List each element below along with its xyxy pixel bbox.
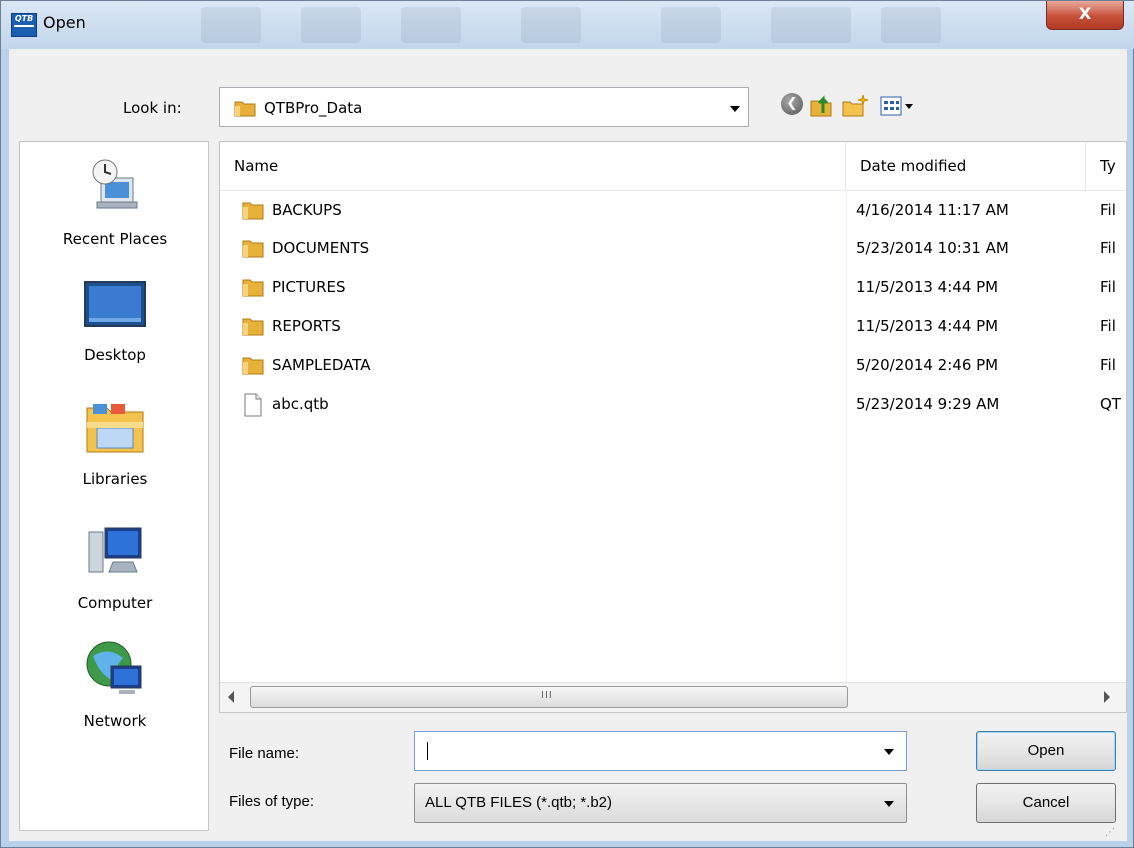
file-name-input[interactable] (414, 731, 907, 771)
place-desktop[interactable]: Desktop (20, 278, 210, 364)
file-name: SAMPLEDATA (272, 356, 371, 374)
background-ghost (521, 7, 581, 43)
resize-grip-icon[interactable]: ⋰ (1105, 827, 1115, 838)
view-menu-button[interactable] (879, 93, 917, 119)
file-date: 11/5/2013 4:44 PM (856, 278, 999, 296)
file-row[interactable]: SAMPLEDATA 5/20/2014 2:46 PM Fil (220, 347, 1126, 387)
place-libraries[interactable]: Libraries (20, 398, 210, 488)
new-folder-button[interactable] (841, 93, 869, 119)
look-in-dropdown[interactable]: QTBPro_Data (219, 87, 749, 127)
look-in-label: Look in: (123, 99, 182, 117)
file-date: 5/23/2014 10:31 AM (856, 239, 1009, 257)
back-button[interactable]: ❮ (781, 93, 807, 119)
file-type: Fil (1100, 317, 1116, 335)
background-ghost (301, 7, 361, 43)
column-header-type[interactable]: Ty (1086, 142, 1126, 190)
place-label: Computer (77, 594, 153, 612)
background-ghost (401, 7, 461, 43)
text-cursor (427, 742, 428, 760)
view-icon (880, 96, 913, 116)
up-one-level-button[interactable] (809, 93, 835, 119)
folder-icon (234, 101, 256, 117)
background-ghost (201, 7, 261, 43)
background-ghost (771, 7, 851, 43)
file-type: Fil (1100, 278, 1116, 296)
back-arrow-icon: ❮ (781, 93, 803, 115)
place-label: Desktop (84, 346, 146, 364)
scroll-right-icon[interactable] (1104, 691, 1110, 703)
file-row[interactable]: abc.qtb 5/23/2014 9:29 AM QT (220, 386, 1126, 426)
folder-icon (242, 279, 264, 297)
close-button[interactable]: X (1046, 1, 1124, 30)
file-type: Fil (1100, 201, 1116, 219)
file-date: 11/5/2013 4:44 PM (856, 317, 999, 335)
folder-icon (242, 357, 264, 375)
scroll-left-icon[interactable] (228, 691, 234, 703)
file-date: 5/20/2014 2:46 PM (856, 356, 999, 374)
file-row[interactable]: REPORTS 11/5/2013 4:44 PM Fil (220, 308, 1126, 348)
file-name: BACKUPS (272, 201, 342, 219)
chevron-down-icon (730, 106, 740, 112)
chevron-down-icon (884, 801, 894, 807)
libraries-icon (86, 404, 144, 453)
places-bar: Recent Places Desktop Libraries Computer… (19, 141, 209, 831)
place-network[interactable]: Network (20, 638, 210, 730)
desktop-icon (84, 281, 146, 327)
chevron-down-icon[interactable] (884, 749, 894, 755)
file-list: Name Date modified Ty BACKUPS 4/16/2014 … (219, 141, 1127, 713)
computer-icon (88, 527, 142, 573)
place-computer[interactable]: Computer (20, 522, 210, 612)
files-of-type-label: Files of type: (229, 793, 315, 810)
open-dialog: QTB Open X Look in: QTBPro_Data ❮ Recent… (0, 0, 1134, 848)
recent-places-icon (92, 159, 138, 209)
network-icon (86, 641, 142, 694)
window-title: Open (43, 13, 86, 32)
file-type: QT (1100, 395, 1121, 413)
files-of-type-dropdown[interactable]: ALL QTB FILES (*.qtb; *.b2) (414, 783, 907, 823)
folder-icon (242, 202, 264, 220)
up-folder-icon (810, 95, 832, 117)
background-ghost (661, 7, 721, 43)
file-icon (244, 393, 262, 417)
file-type: Fil (1100, 239, 1116, 257)
folder-icon (242, 240, 264, 258)
column-header-date-modified[interactable]: Date modified (846, 142, 1086, 190)
file-row[interactable]: PICTURES 11/5/2013 4:44 PM Fil (220, 269, 1126, 309)
cancel-button[interactable]: Cancel (976, 783, 1116, 823)
scroll-grip-icon: III (541, 690, 553, 701)
file-date: 5/23/2014 9:29 AM (856, 395, 1000, 413)
background-ghost (881, 7, 941, 43)
scrollbar-thumb[interactable]: III (250, 686, 848, 708)
app-icon: QTB (11, 13, 37, 37)
file-name: PICTURES (272, 278, 346, 296)
file-name: REPORTS (272, 317, 341, 335)
open-button[interactable]: Open (976, 731, 1116, 771)
file-name: abc.qtb (272, 395, 329, 413)
file-row[interactable]: BACKUPS 4/16/2014 11:17 AM Fil (220, 192, 1126, 232)
place-label: Libraries (82, 470, 148, 488)
file-type: Fil (1100, 356, 1116, 374)
place-recent-places[interactable]: Recent Places (20, 156, 210, 248)
files-of-type-value: ALL QTB FILES (*.qtb; *.b2) (425, 794, 613, 811)
file-row[interactable]: DOCUMENTS 5/23/2014 10:31 AM Fil (220, 230, 1126, 270)
title-bar[interactable]: QTB Open X (1, 1, 1134, 49)
look-in-value: QTBPro_Data (264, 99, 363, 117)
new-folder-icon (842, 94, 869, 117)
place-label: Network (83, 712, 147, 730)
place-label: Recent Places (62, 230, 168, 248)
file-name: DOCUMENTS (272, 239, 370, 257)
file-name-label: File name: (229, 745, 300, 762)
header-divider (220, 190, 1126, 191)
column-header-name[interactable]: Name (220, 142, 846, 190)
horizontal-scrollbar[interactable]: III (220, 682, 1126, 712)
folder-icon (242, 318, 264, 336)
file-date: 4/16/2014 11:17 AM (856, 201, 1009, 219)
